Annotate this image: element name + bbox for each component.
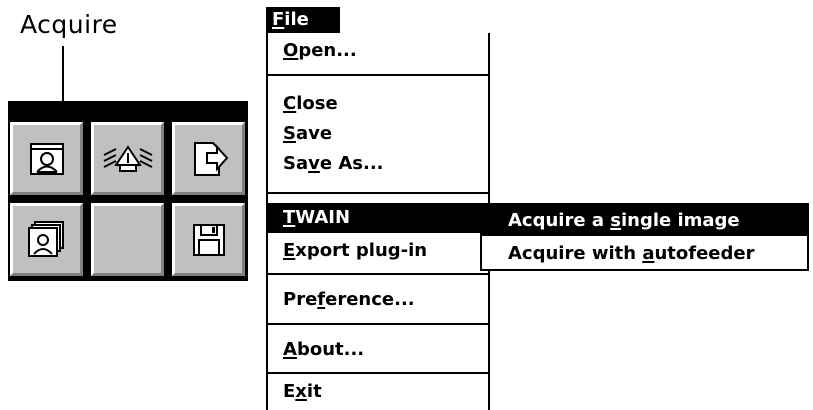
file-title-rest: ile: [284, 9, 309, 30]
toolbar-palette: [8, 101, 248, 281]
menu-separator: [268, 192, 488, 194]
empty-tool-slot: [91, 203, 164, 276]
export-button[interactable]: [172, 122, 245, 195]
menu-item-twain[interactable]: TWAIN: [268, 203, 488, 233]
acquire-multiple-icon: [27, 220, 64, 257]
twain-source-icon: [103, 144, 152, 172]
acquire-icon: [29, 142, 64, 175]
menu-item-save[interactable]: Save: [268, 119, 488, 149]
file-mnemonic: F: [272, 9, 285, 30]
menu-item-open[interactable]: Open...: [268, 36, 488, 66]
file-menu-dropdown: Open... Close Save Save As... TWAIN Expo…: [266, 33, 490, 410]
palette-title-bar[interactable]: [8, 101, 248, 120]
menu-item-preference[interactable]: Preference...: [268, 285, 488, 315]
menu-item-save-as[interactable]: Save As...: [268, 149, 488, 179]
menu-item-exit[interactable]: Exit: [268, 377, 488, 407]
submenu-item-acquire-autofeeder[interactable]: Acquire with autofeeder: [482, 238, 807, 269]
twain-submenu: Acquire a single image Acquire with auto…: [480, 203, 809, 271]
menu-item-about[interactable]: About...: [268, 335, 488, 365]
export-icon: [193, 141, 228, 176]
save-button[interactable]: [172, 203, 245, 276]
twain-source-button[interactable]: [91, 122, 164, 195]
acquire-multiple-button[interactable]: [10, 203, 83, 276]
menu-separator: [268, 273, 488, 275]
menu-separator: [268, 323, 488, 325]
menu-separator: [268, 372, 488, 374]
submenu-item-acquire-single[interactable]: Acquire a single image: [482, 205, 807, 236]
file-menu-title[interactable]: File: [266, 7, 340, 33]
menu-separator: [268, 74, 488, 76]
save-icon: [192, 223, 225, 256]
menu-item-close[interactable]: Close: [268, 89, 488, 119]
acquire-callout-label: Acquire: [20, 10, 118, 39]
acquire-button[interactable]: [10, 122, 83, 195]
menu-item-export-plug-in[interactable]: Export plug-in: [268, 236, 488, 266]
